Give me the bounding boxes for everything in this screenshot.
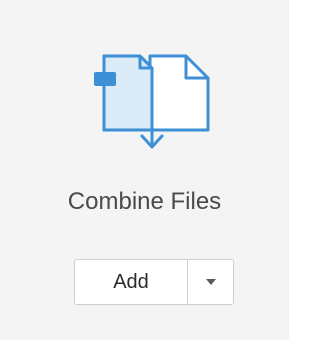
add-split-button[interactable]: Add	[74, 259, 234, 305]
add-button[interactable]: Add	[75, 260, 188, 304]
combine-files-tool-card[interactable]: Combine Files Add	[0, 0, 289, 340]
chevron-down-icon	[205, 279, 216, 285]
add-dropdown-button[interactable]	[188, 260, 233, 304]
combine-files-icon	[94, 54, 210, 149]
tool-title: Combine Files	[67, 188, 222, 215]
